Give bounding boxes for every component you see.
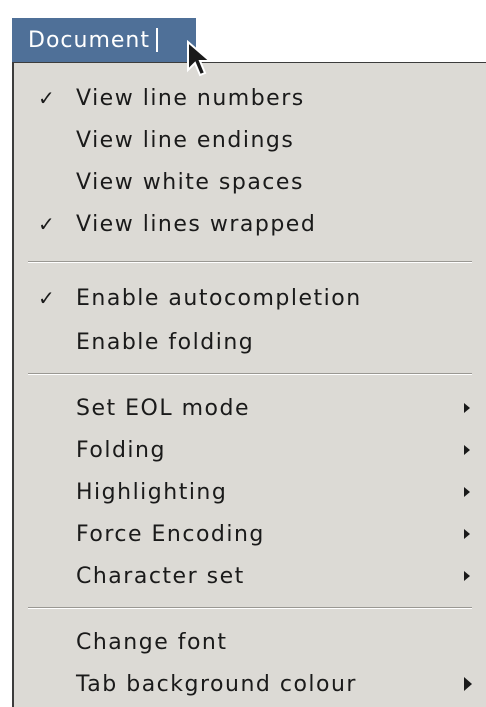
menu-item-change-font[interactable]: Change font <box>14 621 486 663</box>
menu-item-enable-folding[interactable]: Enable folding <box>14 321 486 363</box>
menu-item-label: Enable folding <box>76 329 255 355</box>
menu-item-view-line-endings[interactable]: View line endings <box>14 119 486 161</box>
menu-item-tab-background-colour[interactable]: Tab background colour <box>14 663 486 705</box>
check-icon: ✓ <box>38 86 57 110</box>
document-menu: ✓ View line numbers View line endings Vi… <box>12 62 486 707</box>
menu-title-document[interactable]: Document <box>12 18 196 62</box>
menu-item-label: Change font <box>76 629 228 655</box>
menu-item-character-set[interactable]: Character set <box>14 555 486 597</box>
menu-item-label: View white spaces <box>76 169 304 195</box>
menu-item-folding[interactable]: Folding <box>14 429 486 471</box>
menu-item-label: Set EOL mode <box>76 395 250 421</box>
menu-item-force-encoding[interactable]: Force Encoding <box>14 513 486 555</box>
menu-separator <box>28 373 472 375</box>
text-cursor <box>155 28 158 52</box>
submenu-arrow-icon <box>464 677 472 691</box>
menu-item-label: Character set <box>76 563 245 589</box>
menu-item-label: View line endings <box>76 127 295 153</box>
menu-item-label: Force Encoding <box>76 521 265 547</box>
mouse-pointer-icon <box>187 40 213 77</box>
menu-item-label: View lines wrapped <box>76 211 317 237</box>
menu-item-view-line-numbers[interactable]: ✓ View line numbers <box>14 77 486 119</box>
check-icon: ✓ <box>38 212 57 236</box>
menu-item-label: View line numbers <box>76 85 305 111</box>
menu-separator <box>28 261 472 263</box>
menu-item-view-white-spaces[interactable]: View white spaces <box>14 161 486 203</box>
menu-item-label: Highlighting <box>76 479 228 505</box>
submenu-arrow-icon <box>464 445 470 455</box>
submenu-arrow-icon <box>464 487 470 497</box>
check-icon: ✓ <box>38 286 57 310</box>
menu-item-set-eol-mode[interactable]: Set EOL mode <box>14 387 486 429</box>
submenu-arrow-icon <box>464 529 470 539</box>
menu-item-highlighting[interactable]: Highlighting <box>14 471 486 513</box>
menu-item-enable-autocompletion[interactable]: ✓ Enable autocompletion <box>14 277 486 319</box>
menu-separator <box>28 607 472 609</box>
submenu-arrow-icon <box>464 571 470 581</box>
menu-title-label: Document <box>28 27 150 53</box>
menu-item-label: Tab background colour <box>76 671 357 697</box>
submenu-arrow-icon <box>464 403 470 413</box>
menu-item-label: Enable autocompletion <box>76 285 362 311</box>
menu-item-view-lines-wrapped[interactable]: ✓ View lines wrapped <box>14 203 486 245</box>
menu-item-label: Folding <box>76 437 166 463</box>
